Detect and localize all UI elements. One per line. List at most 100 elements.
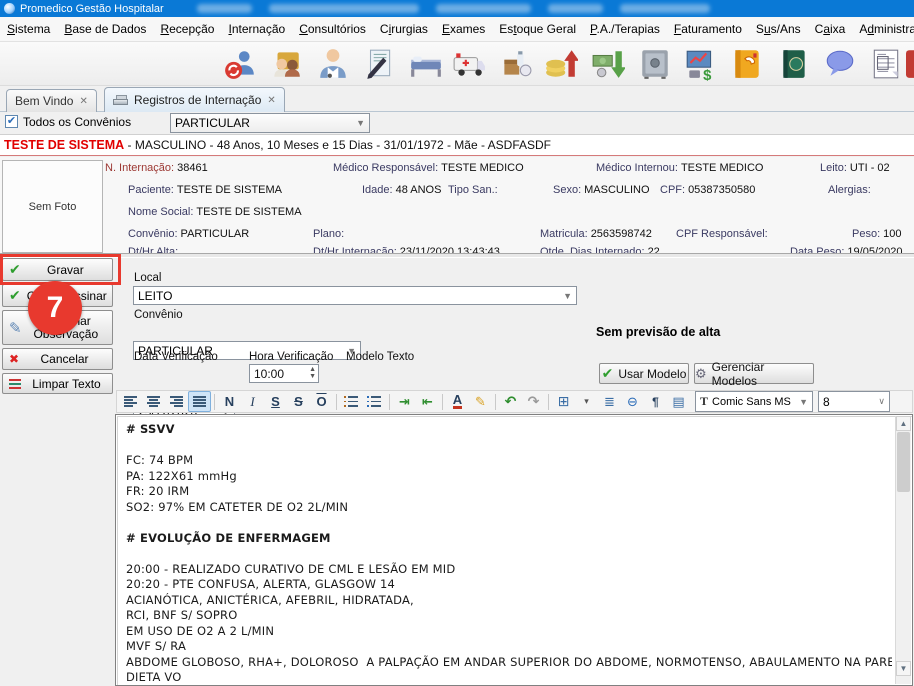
underline-icon[interactable]: S <box>264 391 287 412</box>
font-size-select[interactable]: 8 ∨ <box>818 391 890 412</box>
chevron-down-icon: ▼ <box>799 397 808 407</box>
usar-modelo-button[interactable]: ✔ Usar Modelo <box>599 363 689 384</box>
scrollbar-thumb[interactable] <box>897 432 910 492</box>
phonebook-icon[interactable] <box>729 46 765 82</box>
field-medico-responsavel: Médico Responsável:TESTE MEDICO <box>333 162 524 174</box>
spinner-arrows-icon[interactable]: ▲▼ <box>309 366 316 380</box>
redacted-text <box>269 4 419 13</box>
editor-line: # SSVV <box>126 422 892 438</box>
partial-red-icon[interactable] <box>905 46 914 82</box>
editor-line: ABDOME GLOBOSO, RHA+, DOLOROSO A PALPAÇÃ… <box>126 655 892 671</box>
overline-icon[interactable]: O <box>310 391 333 412</box>
check-icon: ✔ <box>602 365 614 382</box>
bold-icon[interactable]: N <box>218 391 241 412</box>
scroll-down-icon[interactable]: ▼ <box>896 661 911 676</box>
toolbar-separator <box>495 394 496 410</box>
tab-close-icon[interactable]: ✕ <box>79 96 87 107</box>
redacted-text <box>436 4 531 13</box>
font-family-select[interactable]: T Comic Sans MS ▼ <box>695 391 813 412</box>
menu-internacao[interactable]: Internação <box>221 18 292 40</box>
pharmacy-stock-icon[interactable] <box>497 46 533 82</box>
highlight-icon[interactable]: ✎ <box>469 391 492 412</box>
menu-caixa[interactable]: Caixa <box>808 18 853 40</box>
prescription-icon[interactable] <box>361 46 397 82</box>
rich-text-editor[interactable]: # SSVV FC: 74 BPMPA: 122X61 mmHgFR: 20 I… <box>115 414 913 686</box>
toolbar-separator <box>336 394 337 410</box>
toolbar-separator <box>389 394 390 410</box>
ledger-icon[interactable] <box>776 46 812 82</box>
filter-row: ✔ Todos os Convênios PARTICULAR ▼ <box>0 112 914 134</box>
hospital-bed-icon[interactable] <box>408 46 444 82</box>
convenio-filter-select[interactable]: PARTICULAR ▼ <box>170 113 370 133</box>
bullet-list-icon[interactable] <box>363 391 386 412</box>
menu-sistema[interactable]: Sistema <box>0 18 57 40</box>
undo-icon[interactable]: ↶ <box>499 391 522 412</box>
menu-faturamento[interactable]: Faturamento <box>667 18 749 40</box>
report-icon[interactable] <box>868 46 904 82</box>
gravar-button[interactable]: ✔ Gravar <box>2 258 113 281</box>
ambulance-icon[interactable] <box>451 46 487 82</box>
patient-name: TESTE DE SISTEMA <box>4 138 124 152</box>
font-color-icon[interactable]: A <box>446 391 469 412</box>
finance-icon[interactable]: $ <box>683 46 719 82</box>
editor-scrollbar[interactable]: ▲ ▼ <box>895 416 911 684</box>
menu-pa-terapias[interactable]: P.A./Terapias <box>583 18 667 40</box>
editor-content[interactable]: # SSVV FC: 74 BPMPA: 122X61 mmHgFR: 20 I… <box>126 422 892 685</box>
field-idade: Idade:48 ANOS <box>362 184 441 196</box>
save-text-icon[interactable]: ▤ <box>667 391 690 412</box>
limpar-texto-label: Limpar Texto <box>29 377 112 391</box>
menu-exames[interactable]: Exames <box>435 18 492 40</box>
font-family-value: Comic Sans MS <box>712 396 791 408</box>
cancelar-button[interactable]: ✖ Cancelar <box>2 348 113 370</box>
field-alergias: Alergias: <box>828 184 874 196</box>
sync-patients-icon[interactable] <box>222 46 258 82</box>
menu-cirurgias[interactable]: Cirurgias <box>373 18 435 40</box>
numbered-list-icon[interactable] <box>340 391 363 412</box>
align-left-icon[interactable] <box>119 391 142 412</box>
table-caret-icon[interactable]: ▾ <box>575 391 598 412</box>
redo-icon[interactable]: ↷ <box>522 391 545 412</box>
tab-registros-internacao[interactable]: Registros de Internação ✕ <box>104 87 285 112</box>
paragraph-format-icon[interactable]: ≣ <box>598 391 621 412</box>
doctor-icon[interactable] <box>315 46 351 82</box>
patient-header: TESTE DE SISTEMA - MASCULINO - 48 Anos, … <box>0 134 914 156</box>
field-cpf-responsavel: CPF Responsável: <box>676 228 771 240</box>
chat-icon[interactable] <box>822 46 858 82</box>
hora-verificacao-spinner[interactable]: 10:00 ▲▼ <box>249 364 319 383</box>
tab-bem-vindo[interactable]: Bem Vindo ✕ <box>6 89 97 112</box>
todos-convenios-checkbox[interactable]: ✔ <box>5 115 18 128</box>
menu-sus-ans[interactable]: Sus/Ans <box>749 18 808 40</box>
gear-icon: ⚙ <box>695 366 707 382</box>
menu-base-de-dados[interactable]: Base de Dados <box>57 18 153 40</box>
redacted-text <box>620 4 710 13</box>
field-leito: Leito:UTI - 02 <box>820 162 890 174</box>
x-icon: ✖ <box>9 352 19 366</box>
gerenciar-modelos-button[interactable]: ⚙ Gerenciar Modelos <box>694 363 814 384</box>
local-select[interactable]: LEITO ▼ <box>133 286 577 305</box>
safe-icon[interactable] <box>637 46 673 82</box>
field-matricula: Matricula:2563598742 <box>540 228 652 240</box>
gravar-label: Gravar <box>27 263 112 277</box>
page-break-icon[interactable]: ⊖ <box>621 391 644 412</box>
stock-entry-icon[interactable] <box>543 46 579 82</box>
menu-estoque-geral[interactable]: Estoque Geral <box>492 18 583 40</box>
align-right-icon[interactable] <box>165 391 188 412</box>
indent-increase-icon[interactable]: ⇥ <box>393 391 416 412</box>
editor-line: 20:00 - REALIZADO CURATIVO DE CML E LESÃ… <box>126 562 892 578</box>
scroll-up-icon[interactable]: ▲ <box>896 416 911 431</box>
money-out-icon[interactable] <box>590 46 626 82</box>
align-center-icon[interactable] <box>142 391 165 412</box>
limpar-texto-button[interactable]: Limpar Texto <box>2 373 113 394</box>
patients-group-icon[interactable] <box>268 46 304 82</box>
indent-decrease-icon[interactable]: ⇤ <box>416 391 439 412</box>
menu-administracao[interactable]: Administração <box>852 18 914 40</box>
italic-icon[interactable]: I <box>241 391 264 412</box>
tab-close-icon[interactable]: ✕ <box>267 95 275 106</box>
insert-table-icon[interactable]: ⊞ <box>552 391 575 412</box>
menu-recepcao[interactable]: Recepção <box>153 18 221 40</box>
field-sexo: Sexo:MASCULINO <box>553 184 650 196</box>
pilcrow-icon[interactable]: ¶ <box>644 391 667 412</box>
align-justify-icon[interactable] <box>188 391 211 412</box>
menu-consultorios[interactable]: Consultórios <box>292 18 373 40</box>
strikethrough-icon[interactable]: S <box>287 391 310 412</box>
